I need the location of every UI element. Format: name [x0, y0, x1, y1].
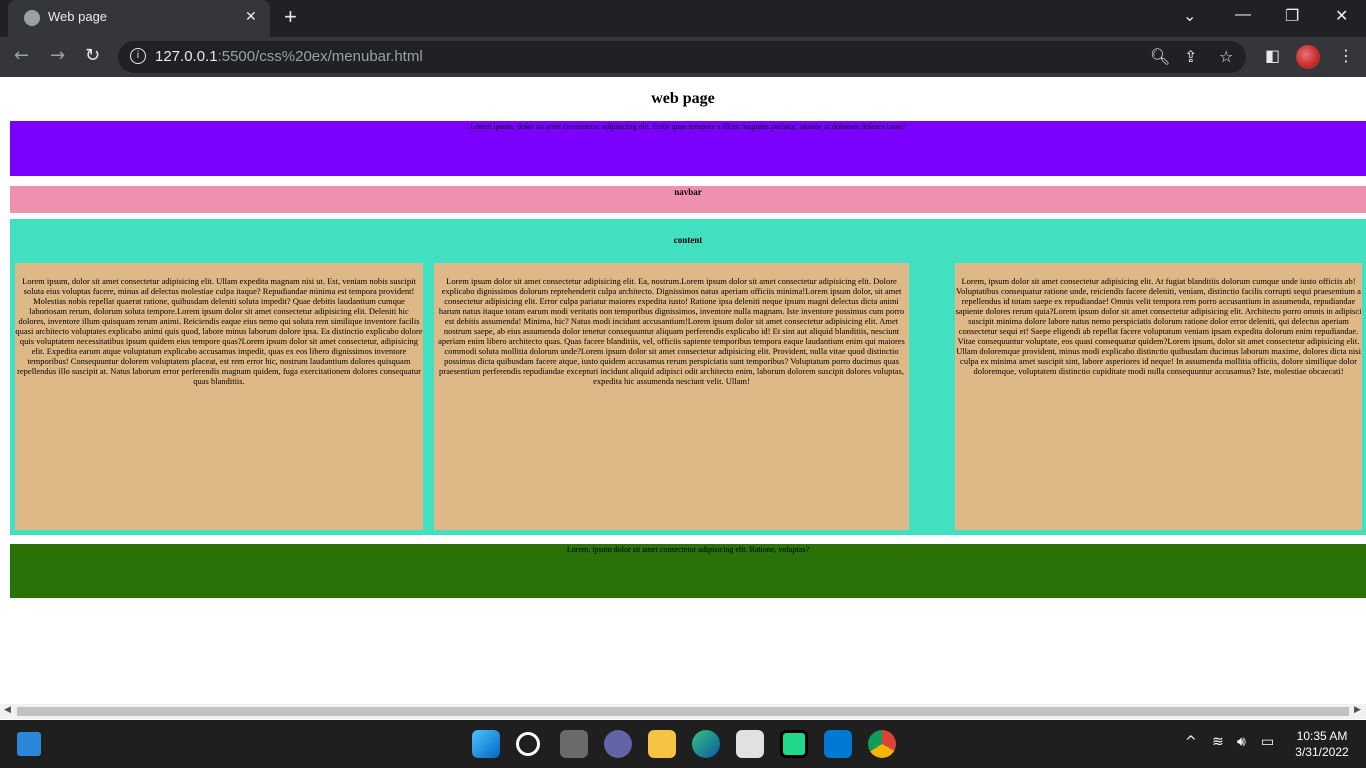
tab-title: Web page: [48, 9, 108, 24]
horizontal-scrollbar[interactable]: ◀ ▶: [0, 704, 1366, 719]
tab-close-icon[interactable]: ✕: [245, 8, 257, 25]
browser-toolbar: ← → ↻ i 127.0.0.1:5500/css%20ex/menubar.…: [0, 37, 1366, 77]
content-card-1: Lorem ipsum, dolor sit amet consectetur …: [15, 263, 423, 530]
vscode-icon[interactable]: [824, 730, 852, 758]
clock-time: 10:35 AM: [1296, 729, 1348, 743]
close-window-icon[interactable]: ✕: [1335, 6, 1348, 26]
scroll-left-icon[interactable]: ◀: [4, 705, 11, 715]
browser-tab[interactable]: Web page ✕: [8, 0, 270, 37]
edge-icon[interactable]: [692, 730, 720, 758]
file-explorer-icon[interactable]: [648, 730, 676, 758]
page-viewport: web page Lorem ipsum, dolor sit amet con…: [0, 77, 1366, 704]
url-host: 127.0.0.1: [155, 48, 218, 65]
clock-date: 3/31/2022: [1295, 745, 1349, 759]
zoom-icon[interactable]: 🔍︎: [1150, 47, 1170, 66]
scroll-right-icon[interactable]: ▶: [1354, 705, 1361, 715]
bookmark-star-icon[interactable]: ☆: [1219, 47, 1233, 66]
system-clock[interactable]: 10:35 AM 3/31/2022: [1288, 728, 1356, 760]
start-icon[interactable]: [472, 730, 500, 758]
battery-icon[interactable]: ▭: [1261, 734, 1274, 750]
chrome-icon[interactable]: [868, 730, 896, 758]
wifi-icon[interactable]: ≋: [1212, 734, 1224, 750]
search-icon[interactable]: [516, 732, 540, 756]
new-tab-icon[interactable]: +: [284, 4, 297, 30]
restore-icon[interactable]: ❐: [1285, 6, 1299, 26]
task-view-icon[interactable]: [560, 730, 588, 758]
widgets-icon[interactable]: [17, 732, 41, 756]
site-info-icon[interactable]: i: [130, 48, 146, 64]
taskbar: ^ ≋ 🔊︎ ▭ 10:35 AM 3/31/2022: [0, 720, 1366, 768]
reload-icon[interactable]: ↻: [85, 45, 100, 66]
content-section: content Lorem ipsum, dolor sit amet cons…: [10, 219, 1366, 535]
content-card-2: Lorem ipsum dolor sit amet consectetur a…: [434, 263, 909, 530]
page-title: web page: [651, 90, 715, 107]
profile-avatar[interactable]: [1296, 45, 1320, 69]
page-footer: Lorem, ipsum dolor sit amet consectetur …: [10, 544, 1366, 598]
globe-icon: [24, 10, 40, 26]
tab-search-chevron-icon[interactable]: ⌄: [1183, 6, 1196, 26]
content-card-3: Lorem, ipsum dolor sit amet consectetur …: [955, 263, 1362, 530]
chat-icon[interactable]: [604, 730, 632, 758]
page-navbar: navbar: [10, 186, 1366, 213]
scrollbar-thumb[interactable]: [17, 707, 1349, 716]
side-panel-icon[interactable]: ◧: [1265, 46, 1280, 65]
page-header: Lorem ipsum, dolor sit amet consectetur …: [10, 121, 1366, 176]
minimize-icon[interactable]: —: [1235, 6, 1251, 24]
back-icon[interactable]: ←: [14, 45, 29, 66]
tray-chevron-icon[interactable]: ^: [1185, 734, 1197, 750]
share-icon[interactable]: ⇪: [1184, 47, 1197, 66]
pycharm-icon[interactable]: [780, 730, 808, 758]
forward-icon[interactable]: →: [50, 45, 65, 66]
url-text[interactable]: 127.0.0.1:5500/css%20ex/menubar.html: [155, 48, 423, 65]
volume-icon[interactable]: 🔊︎: [1237, 734, 1246, 750]
browser-tab-bar: Web page ✕ + ⌄ — ❐ ✕: [0, 0, 1366, 37]
store-icon[interactable]: [736, 730, 764, 758]
address-bar[interactable]: i 127.0.0.1:5500/css%20ex/menubar.html 🔍…: [118, 41, 1246, 73]
menu-kebab-icon[interactable]: ⋮: [1338, 46, 1354, 65]
content-label: content: [673, 235, 703, 245]
url-path: :5500/css%20ex/menubar.html: [217, 48, 423, 65]
